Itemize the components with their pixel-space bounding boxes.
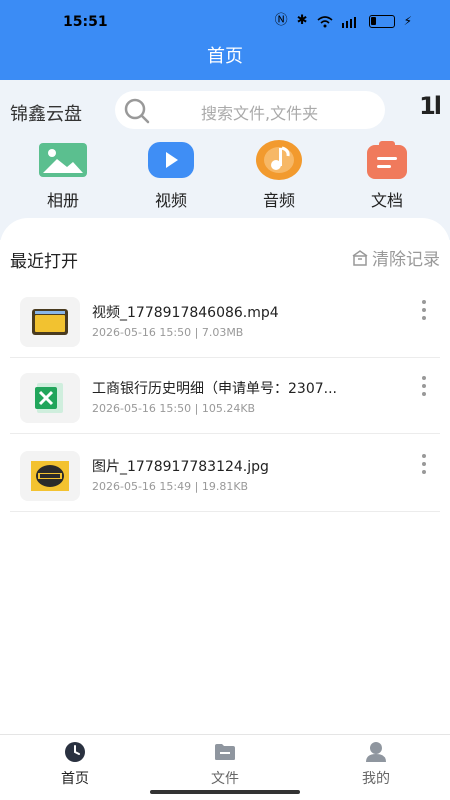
image-file-icon [20, 451, 80, 501]
file-meta: 2026-05-16 15:50 | 105.24KB [92, 402, 256, 415]
tab-mine[interactable]: 我的 [336, 741, 416, 788]
excel-file-icon [20, 373, 80, 423]
wifi-icon [317, 15, 333, 27]
recent-file-row[interactable]: 图片_1778917783124.jpg 2026-05-16 15:49 | … [10, 434, 440, 512]
home-indicator[interactable] [150, 790, 300, 794]
category-audio[interactable]: 音频 [239, 140, 319, 211]
category-video[interactable]: 视频 [131, 142, 211, 211]
clear-history-button[interactable]: 清除记录 [351, 245, 440, 270]
app-brand: 锦鑫云盘 [10, 104, 82, 125]
category-album-label: 相册 [46, 191, 79, 210]
status-bar: 15:51 Ⓝ ✱ ⚡ [0, 0, 450, 42]
clock-icon [35, 741, 115, 763]
search-icon [124, 98, 150, 124]
clear-history-label: 清除记录 [372, 250, 440, 270]
file-name: 工商银行历史明细（申请单号：2307... [92, 381, 337, 397]
recent-file-row[interactable]: 视频_1778917846086.mp4 2026-05-16 15:50 | … [10, 280, 440, 358]
nfc-icon: Ⓝ [274, 13, 288, 28]
recent-title: 最近打开 [10, 252, 78, 272]
file-date: 2026-05-16 15:50 [92, 326, 192, 339]
more-options-icon[interactable] [422, 376, 428, 396]
user-icon [336, 741, 416, 763]
file-meta: 2026-05-16 15:49 | 19.81KB [92, 480, 249, 493]
more-options-icon[interactable] [422, 300, 428, 320]
music-note-icon [255, 140, 303, 180]
category-album[interactable]: 相册 [23, 142, 103, 211]
category-audio-label: 音频 [262, 191, 295, 210]
tab-home[interactable]: 首页 [35, 741, 115, 788]
signal-icon [341, 16, 356, 28]
file-name: 图片_1778917783124.jpg [92, 459, 269, 475]
video-file-icon [20, 297, 80, 347]
category-document-label: 文档 [370, 191, 403, 210]
charging-icon: ⚡ [403, 14, 412, 28]
bluetooth-icon: ✱ [296, 13, 308, 28]
more-options-icon[interactable] [422, 454, 428, 474]
tab-files[interactable]: 文件 [185, 741, 265, 788]
category-document[interactable]: 文档 [347, 141, 427, 211]
image-icon [39, 142, 87, 178]
tab-home-label: 首页 [61, 771, 89, 787]
search-input[interactable]: 搜索文件,文件夹 [115, 91, 385, 129]
video-play-icon [147, 142, 195, 178]
file-meta: 2026-05-16 15:50 | 7.03MB [92, 326, 244, 339]
status-time: 15:51 [63, 14, 108, 30]
search-placeholder: 搜索文件,文件夹 [201, 104, 319, 123]
recent-file-row[interactable]: 工商银行历史明细（申请单号：2307... 2026-05-16 15:50 |… [10, 356, 440, 434]
file-size: 19.81KB [201, 480, 249, 493]
sort-button[interactable]: 1l [419, 92, 442, 120]
page-title: 首页 [207, 46, 243, 67]
file-date: 2026-05-16 15:50 [92, 402, 192, 415]
file-size: 105.24KB [201, 402, 256, 415]
clear-icon [352, 249, 368, 266]
file-date: 2026-05-16 15:49 [92, 480, 192, 493]
folder-icon [185, 741, 265, 763]
document-icon [363, 141, 411, 179]
tab-mine-label: 我的 [362, 771, 390, 787]
file-name: 视频_1778917846086.mp4 [92, 305, 279, 321]
file-size: 7.03MB [201, 326, 244, 339]
tab-files-label: 文件 [211, 771, 239, 787]
battery-icon [368, 14, 395, 28]
category-video-label: 视频 [154, 191, 187, 210]
status-icons: Ⓝ ✱ ⚡ [275, 13, 412, 29]
